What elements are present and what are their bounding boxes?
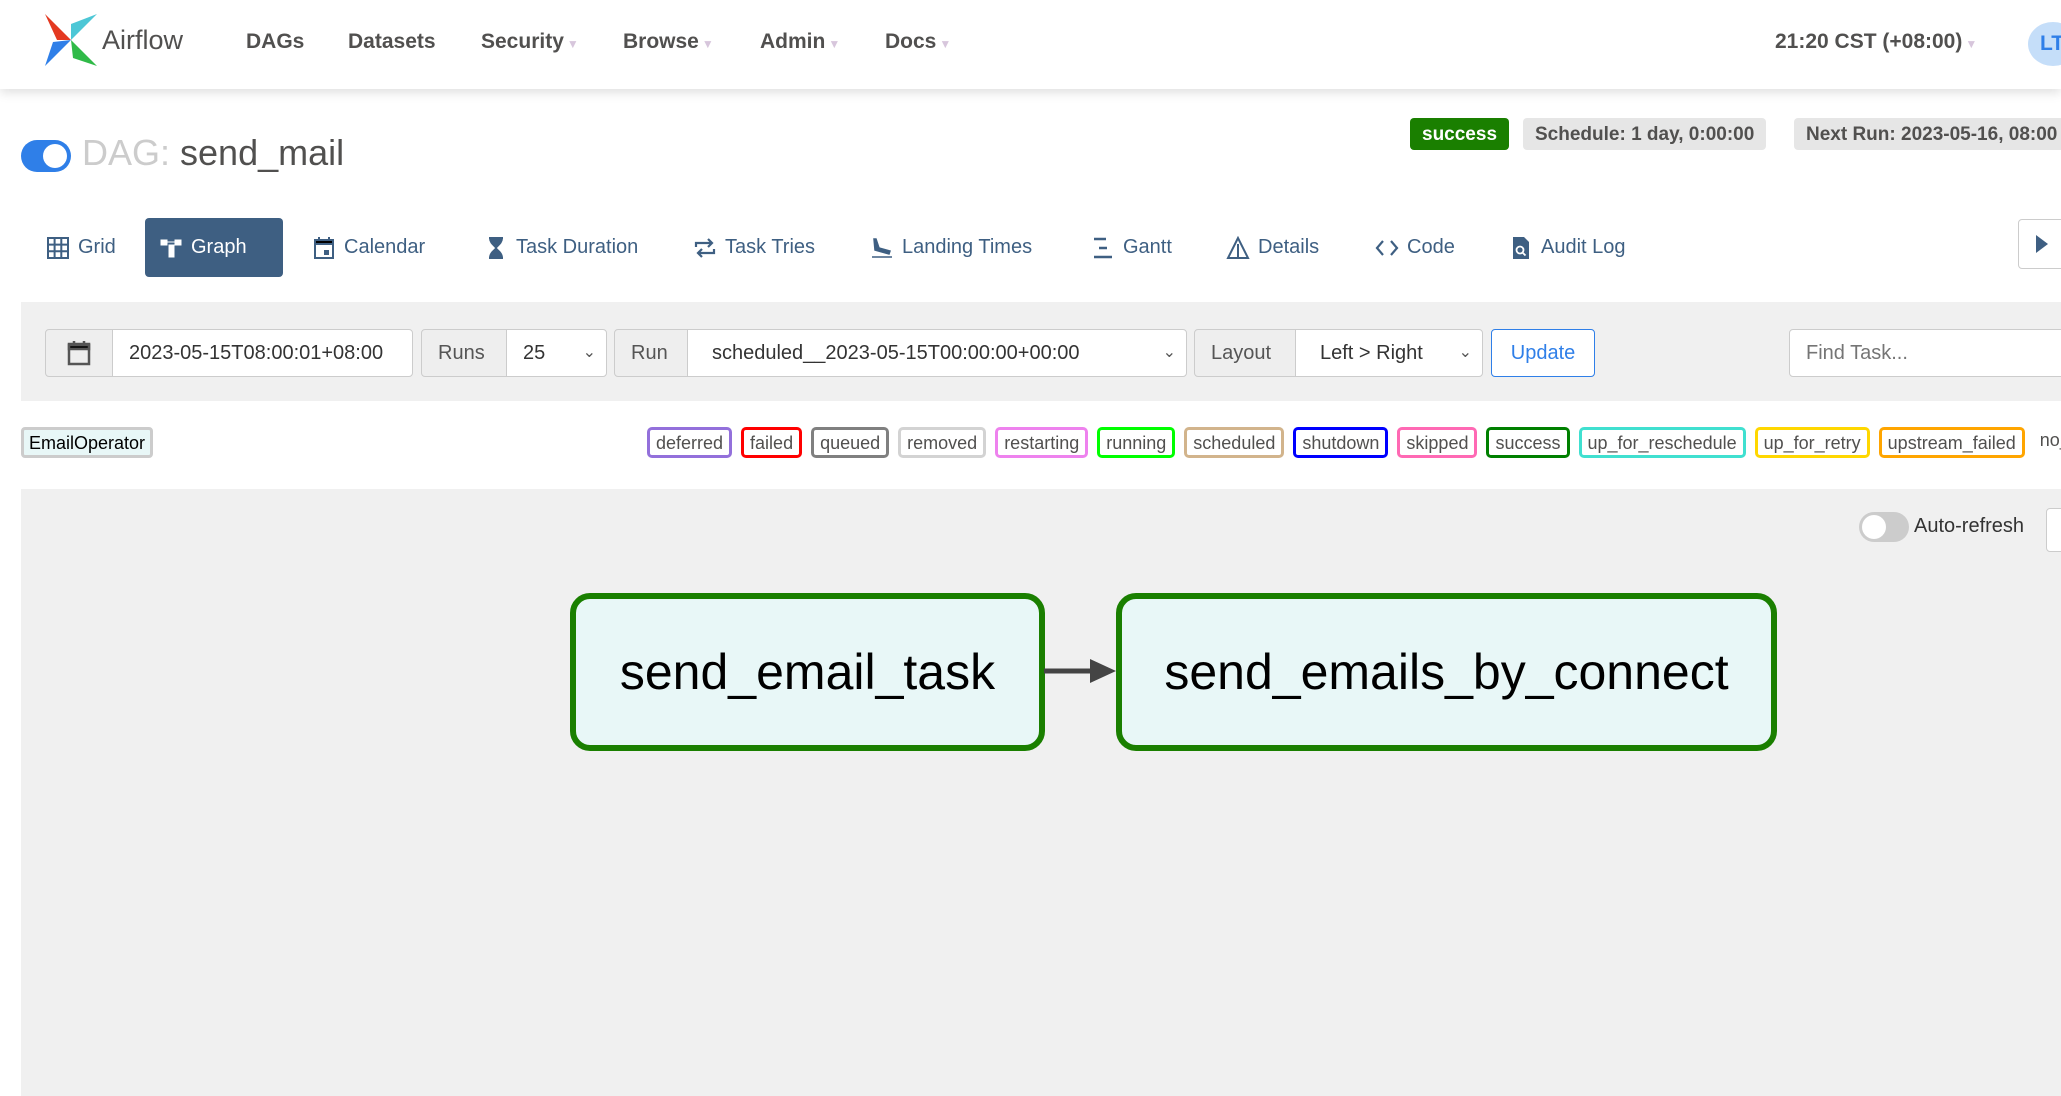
calendar-icon [314,236,334,259]
state-legend-skipped[interactable]: skipped [1397,427,1478,458]
hourglass-icon [488,236,504,259]
file-search-icon [1513,236,1529,259]
next-run-badge: Next Run: 2023-05-16, 08:00 [1794,118,2061,150]
refresh-button[interactable] [2046,508,2061,552]
caret-down-icon: ▼ [1965,37,1978,51]
state-legend-queued[interactable]: queued [811,427,890,458]
graph-icon [160,239,182,257]
state-legend-removed[interactable]: removed [898,427,987,458]
timezone-dropdown[interactable]: 21:20 CST (+08:00) ▼ [1775,30,1977,54]
nav-security[interactable]: Security ▼ [481,30,579,54]
dag-pause-toggle[interactable] [21,140,71,172]
nav-browse[interactable]: Browse ▼ [623,30,714,54]
state-legend-running[interactable]: running [1097,427,1176,458]
tab-audit-log[interactable]: Audit Log [1495,218,1640,277]
tab-landing-times[interactable]: Landing Times [856,218,1046,277]
tab-task-tries[interactable]: Task Tries [679,218,829,277]
state-legend-failed[interactable]: failed [741,427,803,458]
tab-calendar[interactable]: Calendar [298,218,439,277]
tab-task-duration[interactable]: Task Duration [470,218,652,277]
edge-arrow [1044,659,1116,683]
auto-refresh-toggle[interactable] [1859,512,1909,542]
chevron-down-icon: ⌄ [1162,344,1176,361]
state-legend-scheduled[interactable]: scheduled [1184,427,1285,458]
state-legend-up-for-retry[interactable]: up_for_retry [1754,427,1870,458]
caret-down-icon: ▼ [566,37,579,51]
status-badge: success [1410,118,1510,150]
brand-name[interactable]: Airflow [102,25,183,56]
find-task-input[interactable] [1789,329,2061,377]
state-legend-success[interactable]: success [1486,427,1570,458]
chevron-down-icon: ⌄ [582,344,596,361]
trigger-dag-button[interactable] [2018,219,2061,269]
schedule-badge: Schedule: 1 day, 0:00:00 [1523,118,1767,150]
caret-down-icon: ▼ [701,37,714,51]
nav-datasets[interactable]: Datasets [348,30,436,54]
runs-label: Runs [421,329,507,377]
state-legend: deferred failed queued removed restarting run… [647,427,2061,458]
airflow-logo[interactable] [43,12,99,68]
nav-dags[interactable]: DAGs [246,30,304,54]
warning-triangle-icon [1226,235,1250,259]
state-legend-restarting[interactable]: restarting [995,427,1089,458]
nav-admin[interactable]: Admin ▼ [760,30,840,54]
layout-label: Layout [1194,329,1296,377]
auto-refresh-label: Auto-refresh [1914,515,2025,537]
run-select[interactable]: scheduled__2023-05-15T00:00:00+00:00 ⌄ [687,329,1187,377]
navbar: Airflow DAGs Datasets Security ▼ Browse ▼ … [0,0,2061,89]
calendar-icon [67,341,91,366]
play-icon [2036,235,2048,253]
runs-select[interactable]: 25 ⌄ [506,329,607,377]
grid-icon [47,236,69,259]
state-legend-shutdown[interactable]: shutdown [1293,427,1389,458]
code-icon [1375,239,1399,256]
tab-grid[interactable]: Grid [32,218,130,277]
tab-gantt[interactable]: Gantt [1077,218,1186,277]
retry-icon [694,237,716,258]
state-legend-deferred[interactable]: deferred [647,427,733,458]
state-legend-no-status[interactable]: no_status [2034,427,2061,458]
graph-canvas[interactable] [21,489,2061,1096]
run-label: Run [614,329,688,377]
plane-landing-icon [872,237,892,258]
tab-code[interactable]: Code [1361,218,1469,277]
task-node[interactable]: send_emails_by_connect [1116,593,1777,751]
base-date-input[interactable]: 2023-05-15T08:00:01+08:00 [112,329,413,377]
caret-down-icon: ▼ [828,37,841,51]
nav-docs[interactable]: Docs ▼ [885,30,951,54]
page-title: DAG: send_mail [82,132,345,173]
gantt-icon [1094,237,1112,258]
chevron-down-icon: ⌄ [1458,344,1472,361]
user-avatar[interactable]: LT [2028,22,2061,66]
update-button[interactable]: Update [1491,329,1595,377]
caret-down-icon: ▼ [939,37,952,51]
state-legend-upstream-failed[interactable]: upstream_failed [1878,427,2025,458]
state-legend-up-for-reschedule[interactable]: up_for_reschedule [1578,427,1746,458]
layout-select[interactable]: Left > Right ⌄ [1295,329,1483,377]
date-picker-button[interactable] [45,329,113,377]
tab-graph[interactable]: Graph [145,218,283,277]
task-node[interactable]: send_email_task [570,593,1045,751]
tab-details[interactable]: Details [1212,218,1333,277]
operator-legend-emailoperator[interactable]: EmailOperator [21,427,154,458]
